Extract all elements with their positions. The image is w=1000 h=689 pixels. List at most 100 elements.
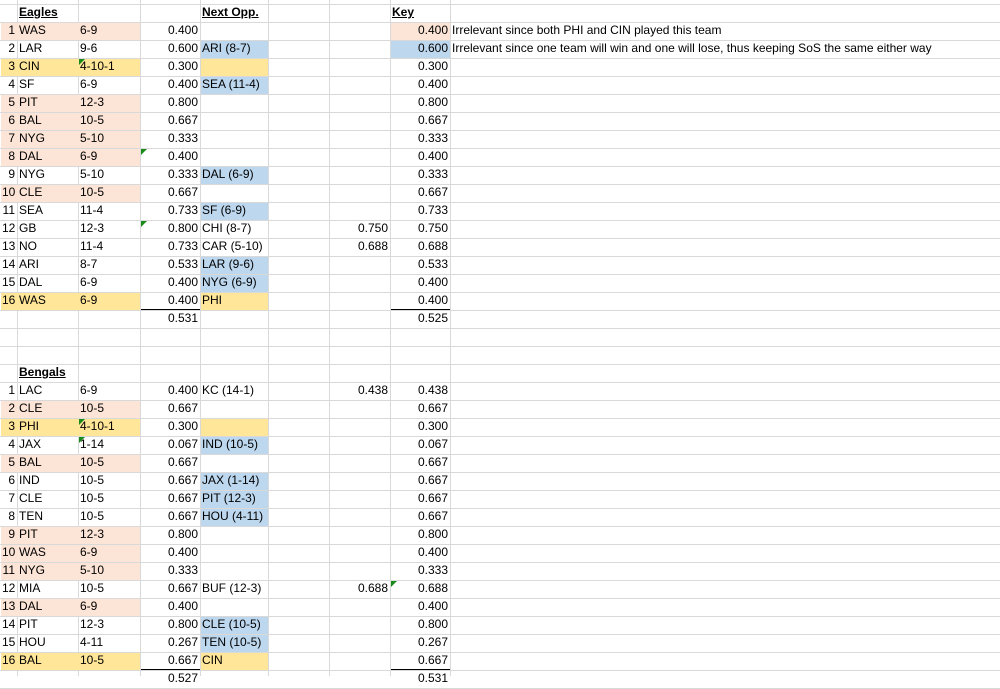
adjusted-pct-cell[interactable] [329, 184, 390, 202]
win-pct-cell[interactable]: 0.667 [140, 184, 200, 202]
final-pct-cell[interactable]: 0.300 [390, 418, 450, 436]
adjusted-pct-cell[interactable]: 0.688 [329, 580, 390, 598]
eagles-header[interactable]: Eagles [17, 4, 78, 22]
row-number[interactable]: 9 [0, 166, 17, 184]
next-opp-cell[interactable] [200, 58, 268, 76]
next-opp-cell[interactable] [200, 544, 268, 562]
row-number[interactable]: 13 [0, 598, 17, 616]
record-cell[interactable]: 10-5 [78, 580, 140, 598]
next-opp-cell[interactable]: SF (6-9) [200, 202, 268, 220]
next-opp-cell[interactable] [200, 400, 268, 418]
empty-cell[interactable] [268, 94, 329, 112]
adjusted-pct-cell[interactable] [329, 22, 390, 40]
team-cell[interactable]: JAX [17, 436, 78, 454]
next-opp-cell[interactable] [200, 184, 268, 202]
record-cell[interactable]: 12-3 [78, 94, 140, 112]
win-pct-cell[interactable]: 0.733 [140, 202, 200, 220]
adjusted-pct-cell[interactable] [329, 400, 390, 418]
final-pct-cell[interactable]: 0.800 [390, 526, 450, 544]
empty-cell[interactable] [268, 22, 329, 40]
row-number[interactable]: 6 [0, 472, 17, 490]
final-pct-cell[interactable]: 0.400 [390, 292, 450, 310]
final-pct-cell[interactable]: 0.750 [390, 220, 450, 238]
next-opp-cell[interactable] [200, 526, 268, 544]
win-pct-cell[interactable]: 0.800 [140, 526, 200, 544]
empty-cell[interactable] [268, 220, 329, 238]
empty-cell[interactable] [268, 148, 329, 166]
adjusted-pct-cell[interactable] [329, 616, 390, 634]
next-opp-cell[interactable]: CLE (10-5) [200, 616, 268, 634]
empty-cell[interactable] [268, 238, 329, 256]
empty-cell[interactable] [268, 274, 329, 292]
record-cell[interactable]: 6-9 [78, 544, 140, 562]
win-pct-cell[interactable]: 0.333 [140, 562, 200, 580]
next-opp-cell[interactable] [200, 130, 268, 148]
adjusted-pct-cell[interactable] [329, 454, 390, 472]
record-cell[interactable]: 4-10-1 [78, 58, 140, 76]
empty-cell[interactable] [268, 418, 329, 436]
row-number[interactable]: 5 [0, 454, 17, 472]
empty-cell[interactable] [268, 490, 329, 508]
next-opp-cell[interactable] [200, 94, 268, 112]
win-pct-cell[interactable]: 0.800 [140, 94, 200, 112]
final-pct-cell[interactable]: 0.400 [390, 22, 450, 40]
row-number[interactable]: 14 [0, 256, 17, 274]
record-cell[interactable]: 6-9 [78, 148, 140, 166]
record-cell[interactable]: 6-9 [78, 382, 140, 400]
adjusted-pct-cell[interactable] [329, 112, 390, 130]
adjusted-pct-cell[interactable] [329, 256, 390, 274]
empty-cell[interactable] [268, 256, 329, 274]
next-opp-cell[interactable]: JAX (1-14) [200, 472, 268, 490]
final-pct-cell[interactable]: 0.333 [390, 166, 450, 184]
row-number[interactable]: 8 [0, 148, 17, 166]
empty-cell[interactable] [268, 526, 329, 544]
record-cell[interactable]: 10-5 [78, 472, 140, 490]
win-pct-cell[interactable]: 0.667 [140, 112, 200, 130]
win-pct-cell[interactable]: 0.800 [140, 616, 200, 634]
win-pct-cell[interactable]: 0.667 [140, 454, 200, 472]
team-cell[interactable]: PIT [17, 616, 78, 634]
win-pct-cell[interactable]: 0.400 [140, 598, 200, 616]
adjusted-pct-cell[interactable]: 0.688 [329, 238, 390, 256]
record-cell[interactable]: 10-5 [78, 112, 140, 130]
next-opp-cell[interactable] [200, 598, 268, 616]
win-pct-cell[interactable]: 0.400 [140, 544, 200, 562]
next-opp-cell[interactable] [200, 148, 268, 166]
win-pct-cell[interactable]: 0.733 [140, 238, 200, 256]
record-cell[interactable]: 5-10 [78, 166, 140, 184]
win-pct-cell[interactable]: 0.600 [140, 40, 200, 58]
win-pct-cell[interactable]: 0.667 [140, 490, 200, 508]
adjusted-pct-cell[interactable] [329, 166, 390, 184]
next-opp-cell[interactable] [200, 454, 268, 472]
team-cell[interactable]: BAL [17, 454, 78, 472]
record-cell[interactable]: 10-5 [78, 490, 140, 508]
record-cell[interactable]: 6-9 [78, 598, 140, 616]
final-pct-cell[interactable]: 0.333 [390, 130, 450, 148]
adjusted-pct-cell[interactable]: 0.438 [329, 382, 390, 400]
empty-cell[interactable] [268, 454, 329, 472]
record-cell[interactable]: 12-3 [78, 616, 140, 634]
empty-cell[interactable] [268, 292, 329, 310]
final-pct-cell[interactable]: 0.667 [390, 184, 450, 202]
row-number[interactable]: 14 [0, 616, 17, 634]
team-cell[interactable]: TEN [17, 508, 78, 526]
row-number[interactable]: 5 [0, 94, 17, 112]
adjusted-pct-cell[interactable] [329, 292, 390, 310]
adjusted-pct-cell[interactable] [329, 76, 390, 94]
empty-cell[interactable] [268, 508, 329, 526]
next-opp-cell[interactable]: IND (10-5) [200, 436, 268, 454]
adjusted-pct-cell[interactable] [329, 544, 390, 562]
adjusted-pct-cell[interactable] [329, 94, 390, 112]
record-cell[interactable]: 9-6 [78, 40, 140, 58]
row-number[interactable]: 3 [0, 418, 17, 436]
next-opp-cell[interactable]: PHI [200, 292, 268, 310]
adjusted-pct-cell[interactable] [329, 652, 390, 670]
team-cell[interactable]: BAL [17, 112, 78, 130]
win-pct-cell[interactable]: 0.400 [140, 22, 200, 40]
record-cell[interactable]: 5-10 [78, 130, 140, 148]
row-number[interactable]: 16 [0, 652, 17, 670]
record-cell[interactable]: 1-14 [78, 436, 140, 454]
row-number[interactable]: 16 [0, 292, 17, 310]
win-pct-cell[interactable]: 0.067 [140, 436, 200, 454]
final-pct-cell[interactable]: 0.533 [390, 256, 450, 274]
